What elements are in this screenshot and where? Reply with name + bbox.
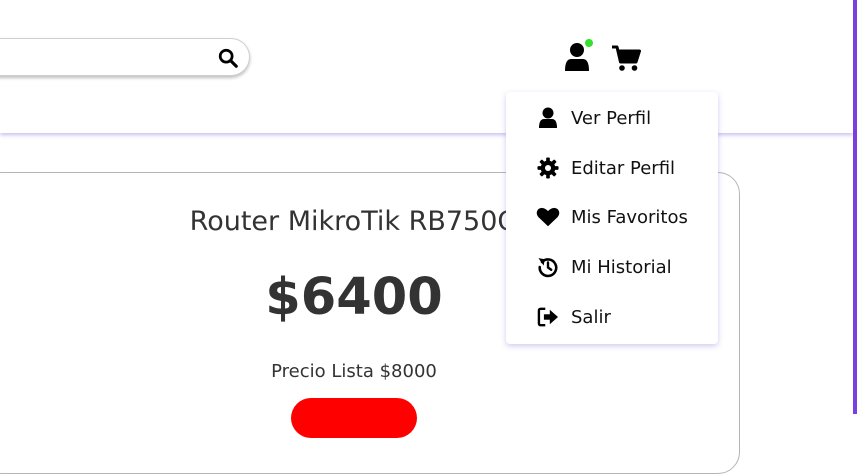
menu-item-editar-perfil[interactable]: Editar Perfil	[506, 146, 718, 190]
menu-item-mis-favoritos[interactable]: Mis Favoritos	[506, 195, 718, 239]
search-icon	[218, 48, 238, 68]
menu-item-label: Mis Favoritos	[571, 206, 688, 228]
cart-button[interactable]	[611, 45, 641, 72]
menu-item-ver-perfil[interactable]: Ver Perfil	[506, 96, 718, 140]
search-bar	[0, 38, 250, 77]
right-edge-line	[853, 0, 857, 414]
buy-button[interactable]	[291, 398, 417, 438]
online-status-dot	[585, 39, 593, 47]
menu-item-label: Salir	[571, 306, 611, 328]
product-list-price: Precio Lista $8000	[271, 361, 437, 382]
search-button[interactable]	[217, 47, 239, 69]
cart-icon	[612, 45, 641, 71]
menu-item-label: Ver Perfil	[571, 107, 652, 129]
user-dropdown-menu: Ver Perfil Editar Perfil Mis Favoritos M…	[506, 92, 718, 344]
menu-item-label: Mi Historial	[571, 256, 672, 278]
menu-item-salir[interactable]: Salir	[506, 295, 718, 339]
history-icon	[536, 255, 560, 279]
menu-item-mi-historial[interactable]: Mi Historial	[506, 245, 718, 289]
menu-item-label: Editar Perfil	[571, 157, 676, 179]
gear-icon	[536, 156, 560, 180]
search-input[interactable]	[3, 39, 207, 77]
sign-out-icon	[536, 305, 560, 329]
user-icon	[536, 106, 560, 130]
top-header	[0, 0, 853, 133]
heart-icon	[536, 205, 560, 229]
